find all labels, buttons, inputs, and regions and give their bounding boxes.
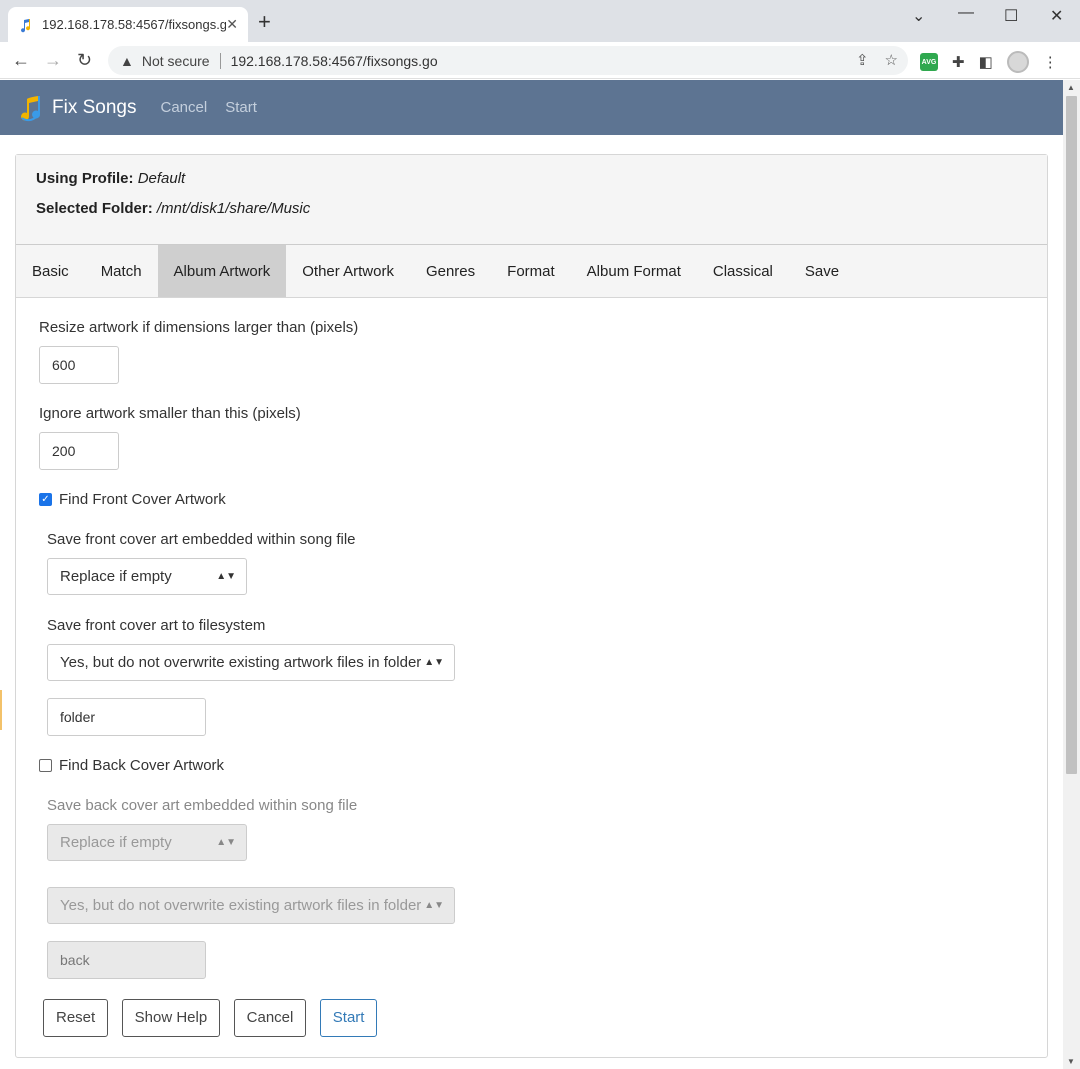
security-status[interactable]: Not secure: [142, 53, 210, 69]
browser-toolbar: ← → ↻ ▲ Not secure 192.168.178.58:4567/f…: [0, 42, 1080, 79]
front-cover-checkbox[interactable]: ✓: [39, 493, 52, 506]
address-bar[interactable]: ▲ Not secure 192.168.178.58:4567/fixsong…: [108, 46, 908, 75]
start-button[interactable]: Start: [319, 999, 378, 1037]
app-navbar: Fix Songs Cancel Start: [0, 80, 1063, 135]
front-cover-option[interactable]: ✓ Find Front Cover Artwork: [39, 491, 226, 508]
nav-start-link[interactable]: Start: [225, 99, 257, 116]
select-arrows-icon: ▲▼: [216, 571, 236, 582]
tab-title: 192.168.178.58:4567/fixsongs.go: [42, 17, 227, 32]
tab-basic[interactable]: Basic: [16, 245, 85, 297]
tab-album-format[interactable]: Album Format: [571, 245, 697, 297]
ignore-input[interactable]: 200: [39, 432, 119, 470]
front-embed-label: Save front cover art embedded within son…: [47, 531, 356, 548]
profile-label: Using Profile:: [36, 170, 134, 187]
show-help-button[interactable]: Show Help: [121, 999, 221, 1037]
music-note-icon: [21, 18, 31, 32]
card-header: Using Profile: Default Selected Folder: …: [16, 155, 1047, 245]
warning-icon[interactable]: ▲: [120, 53, 134, 69]
select-arrows-icon: ▲▼: [216, 837, 236, 848]
select-arrows-icon: ▲▼: [424, 900, 444, 911]
scroll-up-icon[interactable]: ▲: [1067, 83, 1075, 92]
tab-match[interactable]: Match: [85, 245, 158, 297]
omnibox-divider: [219, 52, 221, 69]
tab-format[interactable]: Format: [491, 245, 571, 297]
front-cover-label: Find Front Cover Artwork: [59, 491, 226, 508]
scroll-thumb[interactable]: [1066, 96, 1077, 774]
front-fs-select[interactable]: Yes, but do not overwrite existing artwo…: [47, 644, 455, 681]
avg-extension-icon[interactable]: AVG: [920, 53, 938, 71]
tab-album-artwork[interactable]: Album Artwork: [157, 245, 287, 297]
browser-tabstrip: 192.168.178.58:4567/fixsongs.go ✕ + ⌄ — …: [0, 0, 1080, 42]
back-fs-select[interactable]: Yes, but do not overwrite existing artwo…: [47, 887, 455, 924]
brand-title: Fix Songs: [52, 96, 137, 118]
profile-value: Default: [137, 170, 186, 187]
back-icon[interactable]: ←: [12, 50, 30, 70]
back-cover-label: Find Back Cover Artwork: [59, 757, 225, 774]
brand[interactable]: Fix Songs: [18, 94, 136, 122]
front-embed-value: Replace if empty: [60, 568, 172, 585]
extensions-puzzle-icon[interactable]: ✚: [952, 53, 965, 71]
ignore-label: Ignore artwork smaller than this (pixels…: [39, 405, 301, 422]
folder-value: /mnt/disk1/share/Music: [156, 200, 311, 217]
tab-save[interactable]: Save: [789, 245, 855, 297]
action-buttons: Reset Show Help Cancel Start: [43, 999, 386, 1037]
back-fs-value: Yes, but do not overwrite existing artwo…: [60, 897, 422, 914]
resize-label: Resize artwork if dimensions larger than…: [39, 319, 359, 336]
profile-avatar[interactable]: [1006, 51, 1029, 73]
tab-other-artwork[interactable]: Other Artwork: [286, 245, 410, 297]
new-tab-icon[interactable]: +: [258, 11, 271, 33]
browser-tab[interactable]: 192.168.178.58:4567/fixsongs.go ✕: [8, 7, 248, 42]
page-scrollbar[interactable]: ▲ ▼: [1063, 80, 1080, 1069]
back-embed-value: Replace if empty: [60, 834, 172, 851]
front-fs-value: Yes, but do not overwrite existing artwo…: [60, 654, 422, 671]
omnibox-actions: ⇪ ☆: [856, 51, 898, 69]
forward-icon[interactable]: →: [44, 50, 62, 70]
select-arrows-icon: ▲▼: [424, 657, 444, 668]
reset-button[interactable]: Reset: [43, 999, 109, 1037]
tab-panel-album-artwork: Resize artwork if dimensions larger than…: [16, 298, 1047, 1037]
edge-highlight: [0, 690, 2, 730]
back-cover-checkbox[interactable]: [39, 759, 52, 772]
tab-genres[interactable]: Genres: [410, 245, 491, 297]
reload-icon[interactable]: ↻: [77, 50, 92, 70]
side-panel-icon[interactable]: ◧: [979, 53, 993, 71]
nav-cancel-link[interactable]: Cancel: [160, 99, 207, 116]
maximize-icon[interactable]: ☐: [1004, 6, 1018, 26]
extension-icons: AVG ✚ ◧ ⋮: [920, 51, 1058, 73]
folder-label: Selected Folder:: [36, 200, 153, 217]
close-window-icon[interactable]: ✕: [1050, 6, 1063, 26]
back-embed-select[interactable]: Replace if empty ▲▼: [47, 824, 247, 861]
url-text[interactable]: 192.168.178.58:4567/fixsongs.go: [231, 53, 438, 69]
tab-classical[interactable]: Classical: [697, 245, 789, 297]
music-note-logo-icon: [21, 95, 41, 121]
front-filename-input[interactable]: folder: [47, 698, 206, 736]
share-icon[interactable]: ⇪: [856, 51, 869, 69]
back-cover-option[interactable]: Find Back Cover Artwork: [39, 757, 224, 774]
front-fs-label: Save front cover art to filesystem: [47, 617, 266, 634]
fix-songs-card: Using Profile: Default Selected Folder: …: [15, 154, 1048, 1058]
menu-kebab-icon[interactable]: ⋮: [1043, 53, 1058, 71]
close-tab-icon[interactable]: ✕: [226, 16, 238, 33]
profile-row: Using Profile: Default: [36, 170, 1027, 187]
front-embed-select[interactable]: Replace if empty ▲▼: [47, 558, 247, 595]
back-filename-input[interactable]: back: [47, 941, 206, 979]
bookmark-star-icon[interactable]: ☆: [885, 51, 898, 69]
scroll-down-icon[interactable]: ▼: [1067, 1057, 1075, 1066]
cancel-button[interactable]: Cancel: [233, 999, 307, 1037]
minimize-icon[interactable]: —: [958, 4, 974, 22]
settings-tabs: Basic Match Album Artwork Other Artwork …: [16, 245, 1047, 298]
tab-search-icon[interactable]: ⌄: [912, 6, 925, 26]
back-embed-label: Save back cover art embedded within song…: [47, 797, 358, 814]
resize-input[interactable]: 600: [39, 346, 119, 384]
folder-row: Selected Folder: /mnt/disk1/share/Music: [36, 200, 1027, 217]
